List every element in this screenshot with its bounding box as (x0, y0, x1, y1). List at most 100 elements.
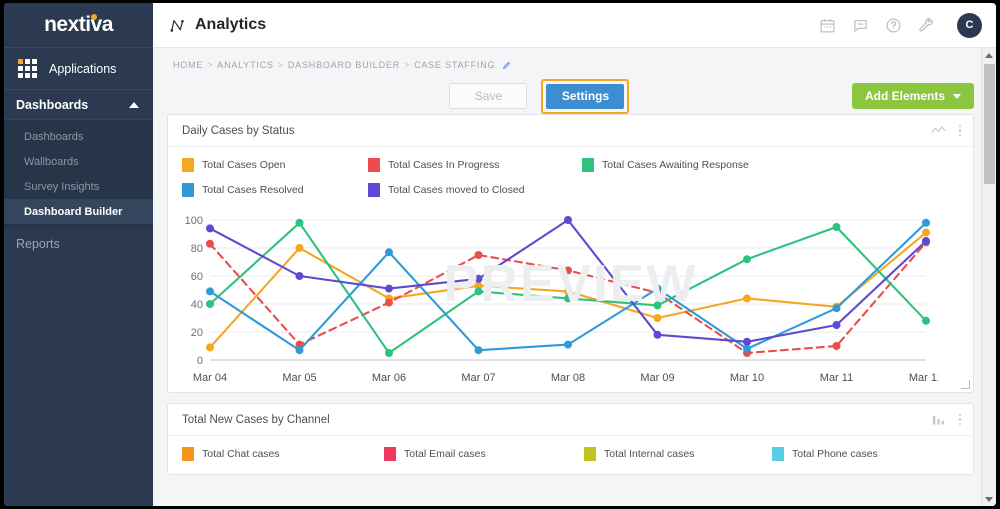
legend-swatch (182, 158, 194, 172)
sidebar-subnav: Dashboards Wallboards Survey Insights Da… (4, 120, 153, 228)
legend-label: Total Cases moved to Closed (388, 184, 525, 196)
svg-text:Mar 05: Mar 05 (282, 372, 316, 384)
chevron-down-icon (953, 93, 961, 99)
svg-text:Mar 08: Mar 08 (551, 372, 585, 384)
legend-swatch (582, 158, 594, 172)
svg-text:Mar 06: Mar 06 (372, 372, 406, 384)
legend-item-total-phone-cases[interactable]: Total Phone cases (772, 447, 952, 461)
card-title: Daily Cases by Status (182, 124, 295, 137)
breadcrumb-separator: > (404, 60, 411, 70)
legend-label: Total Cases In Progress (388, 159, 500, 171)
logo-text: nextiva (44, 13, 113, 36)
legend-item-total-email-cases[interactable]: Total Email cases (384, 447, 584, 461)
chevron-up-icon[interactable] (129, 101, 139, 108)
line-chart: PREVIEW 0 20 40 60 80 100 Mar 04 Mar 05 Mar 06 Ma… (168, 210, 973, 392)
sidebar-item-label: Dashboards (24, 130, 84, 143)
calendar-icon[interactable] (819, 17, 836, 34)
legend-item-total-cases-resolved[interactable]: Total Cases Resolved (182, 183, 368, 197)
legend-label: Total Cases Resolved (202, 184, 304, 196)
line-chart-icon (170, 19, 184, 32)
chart-canvas: 0 20 40 60 80 100 Mar 04 Mar 05 Mar 06 Mar 07 Mar … (185, 215, 943, 384)
kebab-menu-icon[interactable] (958, 124, 961, 137)
pencil-icon[interactable] (502, 61, 511, 70)
page-title: Analytics (169, 16, 266, 34)
avatar-initial: C (965, 19, 974, 31)
svg-text:100: 100 (185, 215, 203, 227)
card-header: Total New Cases by Channel (168, 404, 973, 436)
add-elements-button[interactable]: Add Elements (851, 83, 974, 109)
settings-button[interactable]: Settings (546, 83, 625, 109)
card-daily-cases-by-status: Daily Cases by Status Total Cases Open T… (167, 114, 974, 393)
applications-label: Applications (49, 61, 117, 76)
breadcrumb-separator: > (207, 60, 214, 70)
breadcrumb-item-analytics[interactable]: ANALYTICS (217, 60, 274, 70)
card-header-icons (931, 413, 961, 426)
sidebar-item-wallboards[interactable]: Wallboards (4, 149, 153, 174)
svg-text:Mar 10: Mar 10 (730, 372, 764, 384)
legend-item-total-cases-open[interactable]: Total Cases Open (182, 158, 368, 172)
legend-swatch (182, 183, 194, 197)
sidebar-item-reports[interactable]: Reports (4, 228, 153, 260)
legend-item-total-cases-moved-to-closed[interactable]: Total Cases moved to Closed (368, 183, 628, 197)
legend-label: Total Cases Open (202, 159, 286, 171)
avatar[interactable]: C (957, 12, 982, 38)
bar-chart-icon[interactable] (931, 413, 946, 426)
help-icon[interactable] (885, 17, 902, 34)
settings-button-highlight: Settings (541, 78, 630, 114)
sidebar-item-applications[interactable]: Applications (4, 48, 153, 90)
sidebar-item-dashboard-builder[interactable]: Dashboard Builder (4, 199, 153, 224)
kebab-menu-icon[interactable] (958, 413, 961, 426)
breadcrumb: HOME > ANALYTICS > DASHBOARD BUILDER > C… (167, 48, 974, 70)
resize-handle[interactable] (961, 380, 970, 389)
card-header-icons (931, 124, 961, 137)
line-chart-icon[interactable] (931, 124, 946, 137)
logo-dot-icon (91, 14, 97, 20)
top-bar-icons: C (819, 12, 982, 38)
legend-item-total-cases-awaiting-response[interactable]: Total Cases Awaiting Response (582, 158, 842, 172)
legend-item-total-internal-cases[interactable]: Total Internal cases (584, 447, 772, 461)
sidebar-item-survey-insights[interactable]: Survey Insights (4, 174, 153, 199)
legend-swatch (368, 158, 380, 172)
legend-label: Total Phone cases (792, 448, 878, 460)
top-bar: Analytics C (153, 3, 996, 48)
svg-text:60: 60 (191, 271, 203, 283)
legend-swatch (772, 447, 784, 461)
wrench-icon[interactable] (918, 17, 935, 34)
sidebar-item-dashboards[interactable]: Dashboards (4, 124, 153, 149)
legend-swatch (584, 447, 596, 461)
sidebar-item-label: Dashboard Builder (24, 205, 123, 218)
logo[interactable]: nextiva (4, 3, 153, 48)
legend-label: Total Chat cases (202, 448, 280, 460)
svg-text:40: 40 (191, 299, 203, 311)
svg-text:Mar 12: Mar 12 (909, 372, 938, 384)
legend-swatch (384, 447, 396, 461)
svg-text:0: 0 (197, 355, 203, 367)
chat-icon[interactable] (852, 17, 869, 34)
page-title-text: Analytics (195, 16, 267, 33)
scrollbar-thumb[interactable] (984, 64, 995, 184)
dashboard-toolbar: Save Settings Add Elements (167, 70, 974, 114)
breadcrumb-item-home[interactable]: HOME (173, 60, 203, 70)
scroll-up-arrow-icon[interactable] (985, 48, 993, 62)
legend-item-total-cases-in-progress[interactable]: Total Cases In Progress (368, 158, 582, 172)
chart-legend: Total Cases Open Total Cases In Progress… (168, 147, 973, 210)
application-window: nextiva Applications Dashboards Dashboar… (4, 3, 996, 506)
svg-text:Mar 04: Mar 04 (193, 372, 227, 384)
breadcrumb-item-dashboard-builder[interactable]: DASHBOARD BUILDER (288, 60, 400, 70)
add-elements-label: Add Elements (864, 89, 945, 103)
svg-text:80: 80 (191, 243, 203, 255)
sidebar-section-dashboards[interactable]: Dashboards (4, 90, 153, 120)
scroll-down-arrow-icon[interactable] (985, 492, 993, 506)
legend-label: Total Internal cases (604, 448, 695, 460)
legend-label: Total Cases Awaiting Response (602, 159, 749, 171)
save-button[interactable]: Save (449, 83, 528, 109)
toolbar-center-actions: Save Settings (167, 78, 852, 114)
sidebar-item-label: Survey Insights (24, 180, 100, 193)
legend-swatch (368, 183, 380, 197)
vertical-scrollbar[interactable] (981, 48, 996, 506)
legend-item-total-chat-cases[interactable]: Total Chat cases (182, 447, 384, 461)
breadcrumb-item-case-staffing[interactable]: CASE STAFFING (414, 60, 495, 70)
svg-text:Mar 11: Mar 11 (820, 372, 853, 384)
card-title: Total New Cases by Channel (182, 413, 330, 426)
scrollbar-track[interactable] (982, 62, 996, 492)
